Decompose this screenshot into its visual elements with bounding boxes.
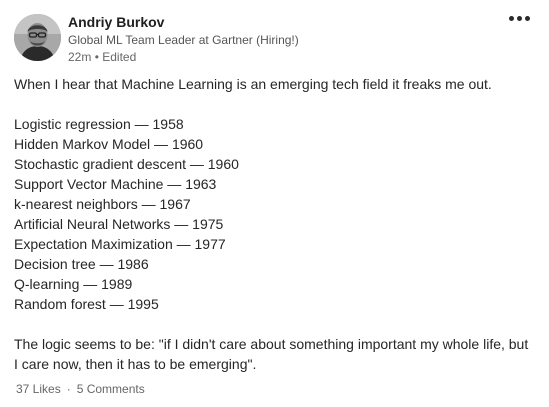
author-headline: Global ML Team Leader at Gartner (Hiring… bbox=[68, 33, 299, 47]
profile-photo bbox=[14, 14, 61, 61]
algorithm-item: Decision tree — 1986 bbox=[14, 256, 149, 272]
edited-label: Edited bbox=[102, 50, 137, 64]
post-body: When I hear that Machine Learning is an … bbox=[14, 74, 539, 374]
algorithm-item: Stochastic gradient descent — 1960 bbox=[14, 156, 239, 172]
algorithm-item: k-nearest neighbors — 1967 bbox=[14, 196, 191, 212]
comments-count[interactable]: 5 Comments bbox=[77, 382, 145, 396]
algorithm-item: Logistic regression — 1958 bbox=[14, 116, 184, 132]
avatar[interactable] bbox=[14, 14, 61, 61]
post-time: 22m bbox=[68, 50, 92, 64]
author-name[interactable]: Andriy Burkov bbox=[68, 14, 164, 31]
post-card: Andriy Burkov Global ML Team Leader at G… bbox=[0, 0, 549, 407]
post-intro: When I hear that Machine Learning is an … bbox=[14, 76, 492, 92]
algorithm-item: Artificial Neural Networks — 1975 bbox=[14, 216, 224, 232]
more-options-button[interactable] bbox=[506, 12, 534, 26]
algorithm-item: Q-learning — 1989 bbox=[14, 276, 133, 292]
algorithm-item: Random forest — 1995 bbox=[14, 296, 159, 312]
counts-separator: · bbox=[66, 382, 71, 396]
algorithm-item: Expectation Maximization — 1977 bbox=[14, 236, 226, 252]
post-closing-line-1: The logic seems to be: "if I didn't care… bbox=[14, 336, 529, 352]
post-closing-line-2: I care now, then it has to be emerging". bbox=[14, 356, 257, 372]
meta-separator: • bbox=[94, 50, 99, 64]
post-meta: 22m • Edited bbox=[68, 50, 136, 65]
likes-count[interactable]: 37 Likes bbox=[16, 382, 61, 396]
algorithm-item: Support Vector Machine — 1963 bbox=[14, 176, 217, 192]
social-counts: 37 Likes · 5 Comments bbox=[16, 382, 145, 397]
algorithm-item: Hidden Markov Model — 1960 bbox=[14, 136, 204, 152]
